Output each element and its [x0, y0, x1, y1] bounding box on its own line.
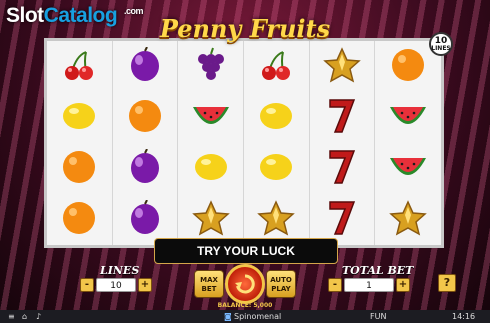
mode-label: FUN	[370, 312, 387, 321]
menu-icon[interactable]: ≡	[8, 312, 15, 321]
slotcatalog-watermark: SlotCatalog .com	[6, 4, 144, 28]
star-icon	[389, 199, 427, 240]
spin-arrow-icon	[235, 274, 255, 294]
total-bet-label: TOTAL BET	[342, 264, 414, 277]
seven-icon	[327, 199, 357, 241]
bet-minus-button[interactable]: -	[328, 278, 342, 292]
reel-5	[310, 41, 376, 245]
message-bar: TRY YOUR LUCK	[154, 238, 338, 264]
reel-cell	[178, 143, 243, 194]
watermark-slot: Slot	[6, 4, 44, 27]
sound-icon[interactable]: ♪	[36, 312, 41, 321]
reel-cell	[47, 194, 112, 245]
auto-play-line1: AUTO	[270, 276, 292, 284]
cherry-icon	[62, 48, 96, 86]
lines-badge-label: LINES	[431, 45, 451, 52]
orange-icon	[61, 149, 97, 189]
reel-cell	[178, 41, 243, 92]
reel-4	[244, 41, 310, 245]
reel-3	[178, 41, 244, 245]
orange-icon	[127, 98, 163, 138]
seven-icon	[327, 97, 357, 139]
bet-plus-button[interactable]: +	[396, 278, 410, 292]
reel-1	[47, 41, 113, 245]
spin-button[interactable]	[225, 264, 265, 304]
lines-label: LINES	[100, 264, 140, 277]
reel-cell	[113, 41, 178, 92]
balance-display: BALANCE: 5,000	[217, 302, 273, 309]
orange-icon	[61, 200, 97, 240]
reel-cell	[113, 143, 178, 194]
reel-grid	[44, 38, 444, 248]
max-bet-button[interactable]: MAX BET	[194, 270, 224, 298]
reel-cell	[375, 194, 441, 245]
provider-logo-icon: ◙	[224, 312, 232, 321]
reel-cell	[375, 143, 441, 194]
watermelon-icon	[191, 101, 231, 135]
max-bet-line1: MAX	[200, 276, 218, 284]
lines-badge-value: 10	[434, 36, 448, 46]
star-icon	[257, 199, 296, 240]
seven-icon	[327, 148, 357, 190]
orange-icon	[390, 47, 426, 87]
lemon-icon	[61, 99, 97, 137]
total-bet-value: 1	[344, 278, 394, 292]
plum-icon	[127, 46, 163, 87]
cherry-icon	[259, 48, 293, 86]
reel-cell	[244, 143, 309, 194]
watermark-catalog: Catalog	[43, 4, 118, 27]
reel-cell	[178, 92, 243, 143]
lemon-icon	[258, 150, 294, 188]
taskbar: ≡ ⌂ ♪ ◙ Spinomenal FUN 14:16	[0, 310, 490, 323]
grapes-icon	[193, 47, 229, 87]
reel-cell	[113, 92, 178, 143]
lemon-icon	[258, 99, 294, 137]
star-icon	[323, 46, 361, 87]
star-icon	[191, 199, 230, 240]
reel-cell	[47, 143, 112, 194]
plum-icon	[127, 199, 163, 240]
provider-name: Spinomenal	[234, 312, 282, 321]
reel-cell	[310, 92, 375, 143]
clock: 14:16	[452, 312, 476, 321]
reel-cell	[244, 92, 309, 143]
watermelon-icon	[388, 152, 428, 186]
watermelon-icon	[388, 101, 428, 135]
reel-cell	[310, 41, 375, 92]
reel-cell	[47, 92, 112, 143]
reel-cell	[47, 41, 112, 92]
lines-badge: 10 LINES	[429, 32, 453, 56]
max-bet-line2: BET	[201, 285, 217, 293]
reel-cell	[244, 41, 309, 92]
game-title: Penny Fruits	[159, 14, 331, 43]
home-icon[interactable]: ⌂	[22, 312, 27, 321]
reel-cell	[310, 143, 375, 194]
auto-play-line2: PLAY	[271, 285, 291, 293]
help-button[interactable]: ?	[438, 274, 456, 292]
lines-value: 10	[96, 278, 136, 292]
reel-cell	[375, 92, 441, 143]
plum-icon	[127, 148, 163, 189]
lemon-icon	[193, 150, 229, 188]
lines-minus-button[interactable]: -	[80, 278, 94, 292]
reel-2	[113, 41, 179, 245]
reel-6	[375, 41, 441, 245]
lines-plus-button[interactable]: +	[138, 278, 152, 292]
watermark-suffix: .com	[124, 6, 144, 16]
auto-play-button[interactable]: AUTO PLAY	[266, 270, 296, 298]
